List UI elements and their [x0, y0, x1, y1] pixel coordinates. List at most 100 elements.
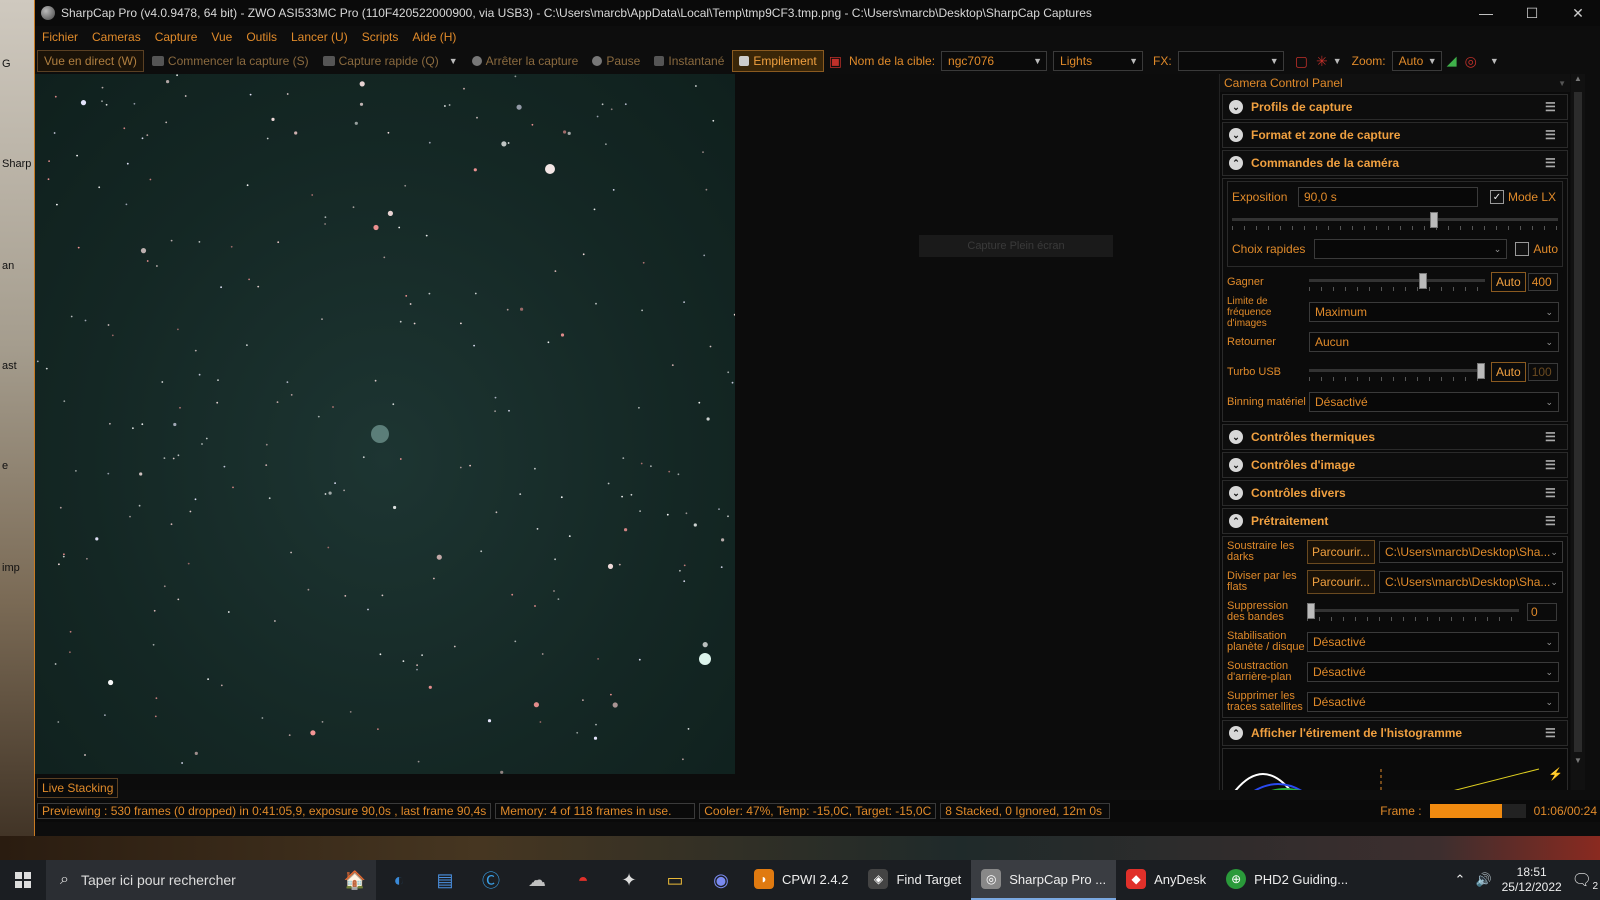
menu-lancer[interactable]: Lancer (U)	[284, 30, 355, 44]
task-cpwi[interactable]: ◗ CPWI 2.4.2	[744, 860, 858, 900]
flip-select[interactable]: Aucun ⌄	[1309, 332, 1559, 352]
darks-browse-button[interactable]: Parcourir...	[1306, 540, 1375, 564]
menu-scripts[interactable]: Scripts	[355, 30, 406, 44]
target-icon[interactable]: ◎	[1462, 53, 1480, 70]
usb-auto-button[interactable]: Auto	[1491, 362, 1526, 382]
chevron-down-icon[interactable]: ⌄	[1229, 100, 1243, 114]
section-preprocess[interactable]: ⌃ Prétraitement ☰	[1222, 508, 1568, 534]
chevron-up-icon[interactable]: ⌃	[1229, 514, 1243, 528]
usb-value[interactable]: 100	[1527, 363, 1558, 381]
hamburger-icon[interactable]: ☰	[1545, 128, 1559, 142]
slider-thumb[interactable]	[1430, 212, 1439, 228]
live-view-button[interactable]: Vue en direct (W)	[37, 50, 144, 72]
minimize-button[interactable]: —	[1463, 0, 1509, 26]
section-camera-controls[interactable]: ⌃ Commandes de la caméra ☰	[1222, 150, 1568, 176]
menu-vue[interactable]: Vue	[204, 30, 239, 44]
target-name-combo[interactable]: ngc7076 ▼	[941, 51, 1048, 71]
task-sharpcap[interactable]: ◎ SharpCap Pro ...	[971, 860, 1117, 900]
lightning-icon[interactable]: ⚡	[1548, 767, 1563, 781]
exposure-input[interactable]: 90,0 s	[1298, 187, 1478, 207]
section-profiles[interactable]: ⌄ Profils de capture ☰	[1222, 94, 1568, 120]
darks-path-select[interactable]: C:\Users\marcb\Desktop\Sha... ⌄	[1379, 541, 1563, 563]
edge-icon[interactable]: ◐	[376, 860, 422, 900]
fps-select[interactable]: Maximum ⌄	[1309, 302, 1559, 322]
notifications-icon[interactable]: 🗨 2	[1572, 870, 1598, 892]
start-capture-button[interactable]: Commencer la capture (S)	[146, 51, 315, 71]
chevron-down-icon[interactable]: ▼	[449, 56, 458, 66]
chevron-down-icon[interactable]: ⌄	[1229, 128, 1243, 142]
stabilize-select[interactable]: Désactivé ⌄	[1307, 632, 1559, 652]
hamburger-icon[interactable]: ☰	[1545, 726, 1559, 740]
section-misc[interactable]: ⌄ Contrôles divers ☰	[1222, 480, 1568, 506]
menu-capture[interactable]: Capture	[148, 30, 205, 44]
hamburger-icon[interactable]: ☰	[1545, 514, 1559, 528]
scrollbar-thumb[interactable]	[1574, 92, 1582, 752]
file-explorer-icon[interactable]: ▭	[652, 860, 698, 900]
gain-auto-button[interactable]: Auto	[1491, 272, 1526, 292]
zoom-combo[interactable]: Auto ▼	[1391, 51, 1442, 71]
hamburger-icon[interactable]: ☰	[1545, 430, 1559, 444]
histogram-icon[interactable]: ◢	[1444, 53, 1460, 69]
ccleaner-icon[interactable]: Ⓒ	[468, 860, 514, 900]
background-select[interactable]: Désactivé ⌄	[1307, 662, 1559, 682]
taskbar-search[interactable]: ⌕ Taper ici pour rechercher 🏠	[46, 860, 376, 900]
pause-button[interactable]: Pause	[586, 51, 646, 71]
chevron-down-icon[interactable]: ⌄	[1229, 430, 1243, 444]
stop-capture-button[interactable]: Arrêter la capture	[466, 51, 585, 71]
lx-mode-toggle[interactable]: ✓ Mode LX	[1490, 190, 1556, 204]
hamburger-icon[interactable]: ☰	[1545, 458, 1559, 472]
section-format[interactable]: ⌄ Format et zone de capture ☰	[1222, 122, 1568, 148]
stacking-button[interactable]: Empilement	[732, 50, 824, 72]
usb-slider[interactable]	[1309, 363, 1486, 381]
slider-thumb[interactable]	[1419, 273, 1428, 289]
menu-outils[interactable]: Outils	[239, 30, 284, 44]
task-find-target[interactable]: ◈ Find Target	[858, 860, 971, 900]
chevron-up-icon[interactable]: ⌃	[1229, 156, 1243, 170]
image-viewer[interactable]: Capture Plein écran	[35, 74, 1217, 790]
scroll-down-icon[interactable]: ▼	[1571, 756, 1585, 770]
scroll-up-icon[interactable]: ▲	[1571, 74, 1585, 88]
chevron-down-icon[interactable]: ▼	[1490, 56, 1499, 66]
hamburger-icon[interactable]: ☰	[1545, 100, 1559, 114]
binning-select[interactable]: Désactivé ⌄	[1309, 392, 1559, 412]
task-anydesk[interactable]: ◆ AnyDesk	[1116, 860, 1216, 900]
discord-icon[interactable]: ◉	[698, 860, 744, 900]
exposure-slider[interactable]	[1232, 212, 1558, 230]
quick-picks-select[interactable]: ⌄	[1313, 239, 1508, 259]
chevron-down-icon[interactable]: ▼	[1558, 79, 1570, 88]
gain-value[interactable]: 400	[1527, 273, 1558, 291]
menu-aide[interactable]: Aide (H)	[405, 30, 463, 44]
banding-slider[interactable]	[1307, 603, 1519, 621]
ngc-icon[interactable]: ▣	[826, 53, 845, 70]
hamburger-icon[interactable]: ☰	[1545, 486, 1559, 500]
chevron-down-icon[interactable]: ▼	[1333, 56, 1342, 66]
app-icon[interactable]: ◓	[560, 860, 606, 900]
quick-auto-checkbox[interactable]	[1515, 242, 1530, 256]
quick-auto-toggle[interactable]: Auto	[1515, 242, 1558, 256]
menu-fichier[interactable]: Fichier	[35, 30, 85, 44]
close-button[interactable]: ✕	[1555, 0, 1600, 26]
frame-type-combo[interactable]: Lights ▼	[1053, 51, 1144, 71]
fx-combo[interactable]: ▼	[1177, 51, 1284, 71]
task-phd2[interactable]: ⊕ PHD2 Guiding...	[1216, 860, 1358, 900]
section-image-controls[interactable]: ⌄ Contrôles d'image ☰	[1222, 452, 1568, 478]
start-button[interactable]	[0, 860, 46, 900]
gain-slider[interactable]	[1309, 273, 1485, 291]
panel-scrollbar[interactable]: ▲ ▼	[1571, 74, 1585, 790]
satellite-select[interactable]: Désactivé ⌄	[1307, 692, 1559, 712]
histogram-view[interactable]: ⚡ ⟲	[1222, 748, 1568, 790]
flats-path-select[interactable]: C:\Users\marcb\Desktop\Sha... ⌄	[1379, 571, 1563, 593]
chevron-down-icon[interactable]: ⌄	[1229, 486, 1243, 500]
lx-mode-checkbox[interactable]: ✓	[1490, 190, 1504, 204]
chevron-up-icon[interactable]: ⌃	[1229, 726, 1243, 740]
snapshot-button[interactable]: Instantané	[648, 51, 730, 71]
section-histogram[interactable]: ⌃ Afficher l'étirement de l'histogramme …	[1222, 720, 1568, 746]
star-app-icon[interactable]: ✦	[606, 860, 652, 900]
quick-capture-button[interactable]: Capture rapide (Q) ▼	[317, 51, 464, 71]
menu-cameras[interactable]: Cameras	[85, 30, 148, 44]
chevron-down-icon[interactable]: ⌄	[1229, 458, 1243, 472]
flats-browse-button[interactable]: Parcourir...	[1306, 570, 1375, 594]
hamburger-icon[interactable]: ☰	[1545, 156, 1559, 170]
roi-icon[interactable]: ▢	[1292, 53, 1311, 70]
slider-thumb[interactable]	[1307, 603, 1315, 619]
